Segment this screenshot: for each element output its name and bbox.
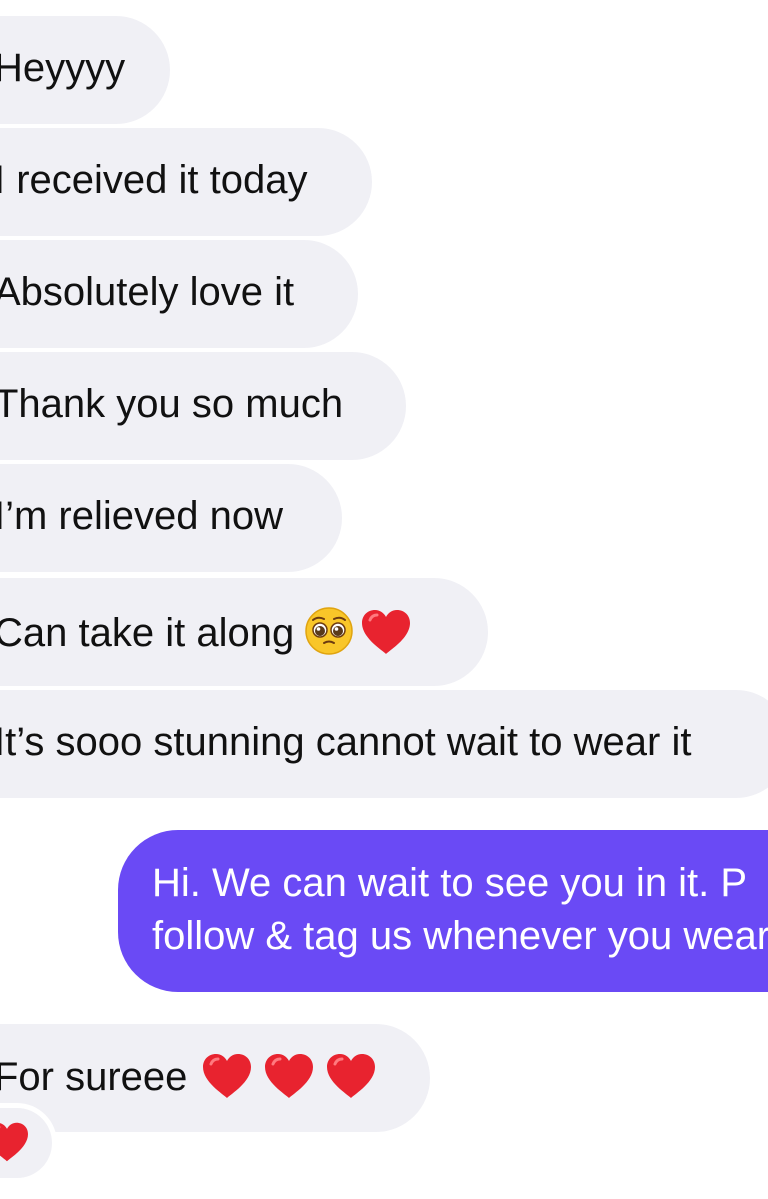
message-text-content: For sureee xyxy=(0,1055,188,1099)
chat-thread: Heyyyy I received it today Absolutely lo… xyxy=(0,0,768,1199)
red-heart-icon xyxy=(327,1054,376,1098)
message-text: I’m relieved now xyxy=(0,494,284,538)
red-heart-icon xyxy=(0,1122,28,1162)
message-text: I received it today xyxy=(0,158,308,202)
red-heart-icon xyxy=(362,610,411,654)
message-text-line: Hi. We can wait to see you in it. P xyxy=(152,861,748,905)
message-bubble[interactable]: For sureee xyxy=(0,1024,430,1132)
message-text: Absolutely love it xyxy=(0,270,295,314)
pleading-face-icon xyxy=(305,607,353,655)
red-heart-icon xyxy=(203,1054,252,1098)
red-heart-icon xyxy=(265,1054,314,1098)
message-bubble[interactable]: Thank you so much xyxy=(0,352,406,460)
message-text-line: follow & tag us whenever you wear it xyxy=(152,914,768,958)
message-text: Thank you so much xyxy=(0,382,344,426)
message-bubble[interactable]: I’m relieved now xyxy=(0,464,342,572)
message-text: Heyyyy xyxy=(0,46,126,90)
message-bubble[interactable]: Absolutely love it xyxy=(0,240,358,348)
message-text: It’s sooo stunning cannot wait to wear i… xyxy=(0,720,692,764)
message-text: Can take it along xyxy=(0,607,412,655)
message-text-content: Can take it along xyxy=(0,611,295,655)
message-bubble[interactable]: Can take it along xyxy=(0,578,488,686)
message-bubble[interactable]: I received it today xyxy=(0,128,372,236)
message-bubble[interactable]: It’s sooo stunning cannot wait to wear i… xyxy=(0,690,768,798)
message-text: For sureee xyxy=(0,1054,377,1099)
outgoing-message-bubble[interactable]: Hi. We can wait to see you in it. P foll… xyxy=(118,830,768,992)
message-bubble[interactable]: Heyyyy xyxy=(0,16,170,124)
